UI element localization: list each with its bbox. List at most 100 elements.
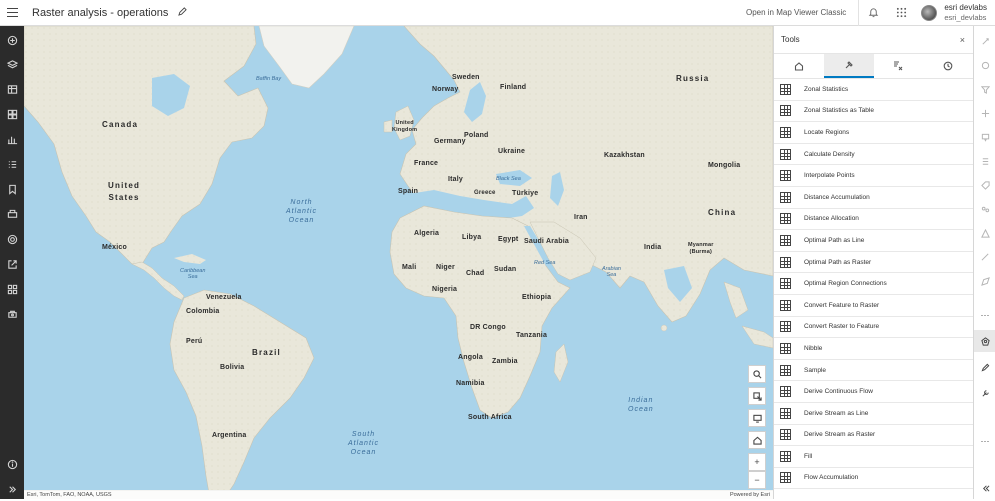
- tool-item[interactable]: Optimal Region Connections: [774, 273, 973, 295]
- tool-item[interactable]: Convert Feature to Raster: [774, 295, 973, 317]
- tool-item[interactable]: Convert Raster to Feature: [774, 317, 973, 339]
- tab-tools[interactable]: [823, 54, 874, 78]
- tool-item[interactable]: Locate Regions: [774, 122, 973, 144]
- help-icon[interactable]: [0, 452, 24, 476]
- zoom-in-button[interactable]: +: [748, 453, 766, 471]
- right-settings-bar: ··· ···: [973, 26, 995, 499]
- tool-item[interactable]: Zonal Statistics: [774, 79, 973, 101]
- label-sudan: Sudan: [494, 266, 517, 273]
- expand-icon[interactable]: [0, 477, 24, 501]
- edit-icon[interactable]: [974, 356, 995, 378]
- label-caribbean-sea: Caribbean Sea: [180, 268, 206, 280]
- tab-history[interactable]: [923, 54, 973, 78]
- share-icon[interactable]: [0, 252, 24, 276]
- layers-icon[interactable]: [0, 52, 24, 76]
- label-sweden: Sweden: [452, 74, 480, 81]
- tool-item[interactable]: Distance Accumulation: [774, 187, 973, 209]
- tool-item[interactable]: Derive Stream as Line: [774, 403, 973, 425]
- legend-icon[interactable]: [0, 152, 24, 176]
- labels-icon[interactable]: [974, 174, 995, 196]
- home-button[interactable]: [748, 431, 766, 449]
- tool-item[interactable]: Zonal Statistics as Table: [774, 101, 973, 123]
- open-classic-link[interactable]: Open in Map Viewer Classic: [746, 8, 846, 17]
- select-features-button[interactable]: [748, 387, 766, 405]
- tool-item-label: Convert Raster to Feature: [804, 323, 880, 331]
- aggregation-icon[interactable]: [974, 222, 995, 244]
- more-icon-1[interactable]: ···: [974, 304, 995, 326]
- tool-item-label: Distance Accumulation: [804, 193, 870, 201]
- user-menu[interactable]: esri devlabs esri_devlabs: [921, 3, 987, 23]
- raster-tool-icon: [780, 472, 791, 484]
- effects-icon[interactable]: [974, 102, 995, 124]
- print-icon[interactable]: [0, 202, 24, 226]
- tool-item[interactable]: Interpolate Points: [774, 165, 973, 187]
- label-canada: Canada: [102, 120, 139, 129]
- zoom-out-button[interactable]: −: [748, 471, 766, 489]
- search-icon: [752, 369, 761, 378]
- tool-item[interactable]: Flow Accumulation: [774, 468, 973, 490]
- fields-icon[interactable]: [974, 150, 995, 172]
- label-chad: Chad: [466, 270, 485, 277]
- configure-icon[interactable]: [974, 382, 995, 404]
- tool-item-label: Derive Stream as Raster: [804, 431, 876, 439]
- analysis-icon[interactable]: [974, 330, 995, 352]
- map-properties-icon[interactable]: [0, 227, 24, 251]
- label-black-sea: Black Sea: [496, 176, 521, 182]
- label-poland: Poland: [464, 132, 489, 139]
- menu-icon[interactable]: [0, 0, 24, 26]
- tool-item[interactable]: Optimal Path as Line: [774, 230, 973, 252]
- tool-item[interactable]: Derive Continuous Flow: [774, 381, 973, 403]
- tool-item-label: Derive Stream as Line: [804, 409, 869, 417]
- edit-title-icon[interactable]: [178, 6, 188, 19]
- media-layer-icon[interactable]: [0, 302, 24, 326]
- raster-tool-icon: [780, 105, 791, 117]
- collapse-icon[interactable]: [974, 477, 995, 499]
- app-launcher-icon[interactable]: [887, 0, 915, 26]
- raster-tool-icon: [780, 299, 791, 311]
- tool-item[interactable]: Calculate Density: [774, 144, 973, 166]
- label-italy: Italy: [448, 176, 464, 183]
- raster-tool-icon: [780, 256, 791, 268]
- tool-item[interactable]: Derive Stream as Raster: [774, 425, 973, 447]
- filter-icon[interactable]: [974, 78, 995, 100]
- app-header: Raster analysis - operations Open in Map…: [0, 0, 995, 26]
- label-saudi-arabia: Saudi Arabia: [524, 238, 569, 245]
- fullscreen-button[interactable]: [748, 409, 766, 427]
- label-china: China: [708, 208, 737, 217]
- tab-home[interactable]: [774, 54, 824, 78]
- tool-item[interactable]: Nibble: [774, 338, 973, 360]
- powered-by-esri[interactable]: Powered by Esri: [730, 491, 770, 499]
- label-south-africa: South Africa: [468, 414, 512, 421]
- user-name: esri devlabs: [944, 2, 987, 12]
- pop-ups-icon[interactable]: [974, 126, 995, 148]
- label-brazil: Brazil: [252, 348, 281, 357]
- tool-item[interactable]: Sample: [774, 360, 973, 382]
- search-button[interactable]: [748, 365, 766, 383]
- tool-item[interactable]: Distance Allocation: [774, 209, 973, 231]
- add-layer-icon[interactable]: [0, 28, 24, 52]
- tool-item-label: Calculate Density: [804, 150, 855, 158]
- raster-tool-icon: [780, 450, 791, 462]
- more-icon-2[interactable]: ···: [974, 430, 995, 452]
- notifications-icon[interactable]: [859, 0, 887, 26]
- sketch-icon[interactable]: [974, 270, 995, 292]
- tool-item[interactable]: Optimal Path as Raster: [774, 252, 973, 274]
- map-view[interactable]: Canada United States México Russia Swede…: [24, 26, 773, 499]
- bookmarks-icon[interactable]: [0, 177, 24, 201]
- create-app-icon[interactable]: [0, 277, 24, 301]
- close-icon[interactable]: ×: [960, 35, 965, 45]
- basemap-graphic: [24, 26, 773, 499]
- measurement-icon[interactable]: [974, 246, 995, 268]
- styles-icon[interactable]: [974, 54, 995, 76]
- charts-icon[interactable]: [0, 127, 24, 151]
- raster-tool-icon: [780, 364, 791, 376]
- tool-item[interactable]: Fill: [774, 446, 973, 468]
- tab-raster-functions[interactable]: [874, 54, 924, 78]
- label-libya: Libya: [462, 234, 482, 241]
- basemap-icon[interactable]: [0, 102, 24, 126]
- label-mongolia: Mongolia: [708, 162, 741, 169]
- properties-icon[interactable]: [974, 30, 995, 52]
- clustering-icon[interactable]: [974, 198, 995, 220]
- label-namibia: Namibia: [456, 380, 485, 387]
- tables-icon[interactable]: [0, 77, 24, 101]
